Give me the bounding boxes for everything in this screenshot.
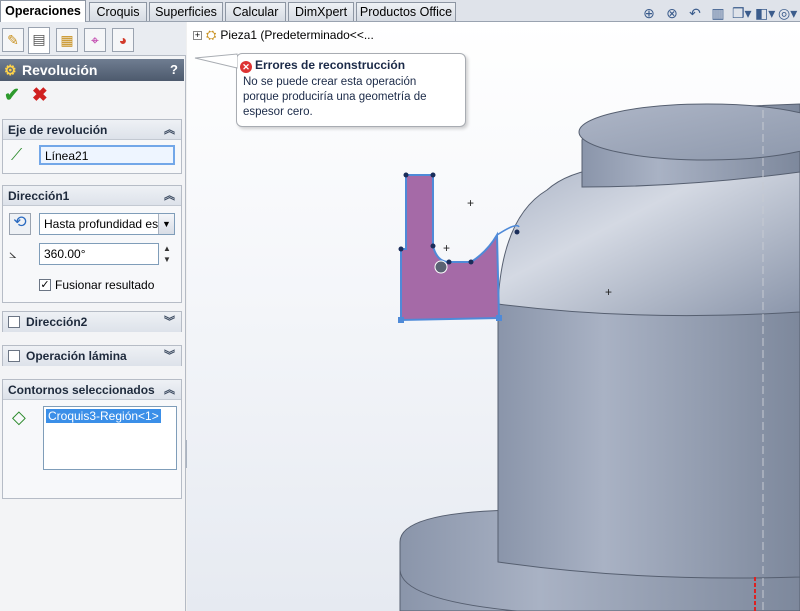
thin-feature-title: Operación lámina bbox=[26, 349, 127, 363]
direction2-group: Dirección2 ︾ bbox=[2, 311, 182, 332]
tab-croquis[interactable]: Croquis bbox=[89, 2, 147, 21]
axis-selection-field[interactable]: Línea21 bbox=[39, 145, 175, 165]
previous-view-icon[interactable]: ↶ bbox=[686, 4, 704, 22]
zoom-to-fit-icon[interactable]: ⊕ bbox=[640, 4, 658, 22]
zoom-area-icon[interactable]: ⊗ bbox=[663, 4, 681, 22]
cancel-button[interactable]: ✖ bbox=[32, 86, 48, 106]
contours-title: Contornos seleccionados bbox=[8, 383, 155, 397]
part-name: Pieza1 (Predeterminado<<... bbox=[220, 28, 374, 42]
direction1-group: Dirección1 ︽ ⟲ Hasta profundidad espe ▼ … bbox=[2, 185, 182, 303]
direction2-title: Dirección2 bbox=[26, 315, 88, 329]
direction1-header[interactable]: Dirección1 ︽ bbox=[3, 186, 181, 206]
end-condition-select[interactable]: Hasta profundidad espe ▼ bbox=[39, 213, 175, 235]
thin-feature-header[interactable]: Operación lámina ︾ bbox=[3, 346, 181, 366]
angle-icon: ⦣ bbox=[9, 246, 17, 261]
selected-contours-group: Contornos seleccionados ︽ ◇ Croquis3-Reg… bbox=[2, 379, 182, 499]
section-view-icon[interactable]: ▥ bbox=[709, 4, 727, 22]
feature-tree-flyout[interactable]: + ⛭ Pieza1 (Predeterminado<<... bbox=[193, 27, 374, 43]
angle-input[interactable]: 360.00° bbox=[39, 243, 159, 265]
contour-icon: ◇ bbox=[12, 407, 26, 427]
tab-operaciones[interactable]: Operaciones bbox=[0, 0, 86, 22]
property-manager-icon[interactable]: ▤ bbox=[28, 27, 50, 54]
graphics-area[interactable]: + + + + ⛭ Pieza1 (Predeterminado<<... ✕ Err… bbox=[187, 22, 800, 611]
error-line: espesor cero. bbox=[243, 106, 313, 118]
merge-result-label: Fusionar resultado bbox=[55, 278, 155, 292]
ok-button[interactable]: ✔ bbox=[4, 86, 20, 106]
contours-header[interactable]: Contornos seleccionados ︽ bbox=[3, 380, 181, 400]
expand-chevron-icon[interactable]: ︾ bbox=[164, 346, 175, 366]
collapse-chevron-icon[interactable]: ︽ bbox=[164, 380, 175, 400]
direction2-header[interactable]: Dirección2 ︾ bbox=[3, 312, 181, 332]
direction1-title: Dirección1 bbox=[8, 189, 70, 203]
part-icon: ⛭ bbox=[206, 27, 217, 42]
property-manager-title: ⚙ Revolución ? bbox=[0, 59, 184, 81]
display-style-icon[interactable]: ◧▾ bbox=[755, 4, 775, 22]
manager-tabs: ✎ ▤ ▦ ⌖ ◕ bbox=[0, 22, 186, 56]
merge-result-checkbox[interactable]: ✓ bbox=[39, 279, 51, 291]
axis-of-revolution-group: Eje de revolución ︽ ⟋ Línea21 bbox=[2, 119, 182, 174]
reverse-direction-icon[interactable]: ⟲ bbox=[9, 213, 31, 235]
svg-text:+: + bbox=[443, 241, 450, 255]
axis-line-icon: ⟋ bbox=[11, 147, 23, 164]
view-orientation-icon[interactable]: ❒▾ bbox=[732, 4, 752, 22]
hide-show-icon[interactable]: ◎▾ bbox=[778, 4, 797, 22]
error-title: ✕ Errores de reconstrucción bbox=[240, 58, 459, 73]
error-line: No se puede crear esta operación bbox=[243, 76, 417, 88]
error-line: porque produciría una geometría de bbox=[243, 91, 427, 103]
axis-group-title: Eje de revolución bbox=[8, 123, 108, 137]
dimxpert-manager-icon[interactable]: ⌖ bbox=[84, 28, 106, 52]
list-item[interactable]: Croquis3-Región<1> bbox=[46, 409, 161, 423]
svg-text:+: + bbox=[605, 285, 612, 299]
svg-text:+: + bbox=[467, 196, 474, 210]
thin-feature-group: Operación lámina ︾ bbox=[2, 345, 182, 366]
display-manager-icon[interactable]: ◕ bbox=[112, 28, 134, 52]
expand-icon[interactable]: + bbox=[193, 31, 202, 41]
tab-superficies[interactable]: Superficies bbox=[149, 2, 223, 21]
error-title-text: Errores de reconstrucción bbox=[255, 58, 406, 72]
tab-productos-office[interactable]: Productos Office bbox=[356, 2, 456, 21]
tab-calcular[interactable]: Calcular bbox=[225, 2, 286, 21]
help-button[interactable]: ? bbox=[170, 59, 178, 81]
feature-manager-icon[interactable]: ✎ bbox=[2, 28, 24, 52]
contours-list[interactable]: Croquis3-Región<1> bbox=[43, 406, 177, 470]
collapse-chevron-icon[interactable]: ︽ bbox=[164, 120, 175, 140]
expand-chevron-icon[interactable]: ︾ bbox=[164, 312, 175, 332]
feature-title: Revolución bbox=[22, 62, 98, 78]
configuration-manager-icon[interactable]: ▦ bbox=[56, 28, 78, 52]
property-manager-panel: ✎ ▤ ▦ ⌖ ◕ ⚙ Revolución ? ✔ ✖ Eje de revo… bbox=[0, 22, 186, 611]
error-icon: ✕ bbox=[240, 61, 252, 73]
command-manager: Operaciones Croquis Superficies Calcular… bbox=[0, 0, 800, 22]
heads-up-toolbar: ⊕ ⊗ ↶ ▥ ❒▾ ◧▾ ◎▾ bbox=[640, 4, 800, 24]
tooltip-pointer bbox=[194, 53, 238, 69]
end-condition-value: Hasta profundidad espe bbox=[44, 217, 172, 231]
direction2-checkbox[interactable] bbox=[8, 315, 20, 328]
ok-cancel-bar: ✔ ✖ bbox=[4, 86, 48, 106]
rebuild-error-tooltip: ✕ Errores de reconstrucción No se puede c… bbox=[236, 53, 466, 127]
chevron-down-icon[interactable]: ▼ bbox=[158, 214, 174, 234]
thin-feature-checkbox[interactable] bbox=[8, 349, 20, 362]
angle-spinner-icon[interactable]: ▲ ▼ bbox=[161, 243, 173, 265]
error-message: No se puede crear esta operación porque … bbox=[240, 75, 459, 120]
axis-group-header[interactable]: Eje de revolución ︽ bbox=[3, 120, 181, 140]
revolve-icon: ⚙ bbox=[4, 62, 17, 78]
tab-dimxpert[interactable]: DimXpert bbox=[288, 2, 354, 21]
collapse-chevron-icon[interactable]: ︽ bbox=[164, 186, 175, 206]
